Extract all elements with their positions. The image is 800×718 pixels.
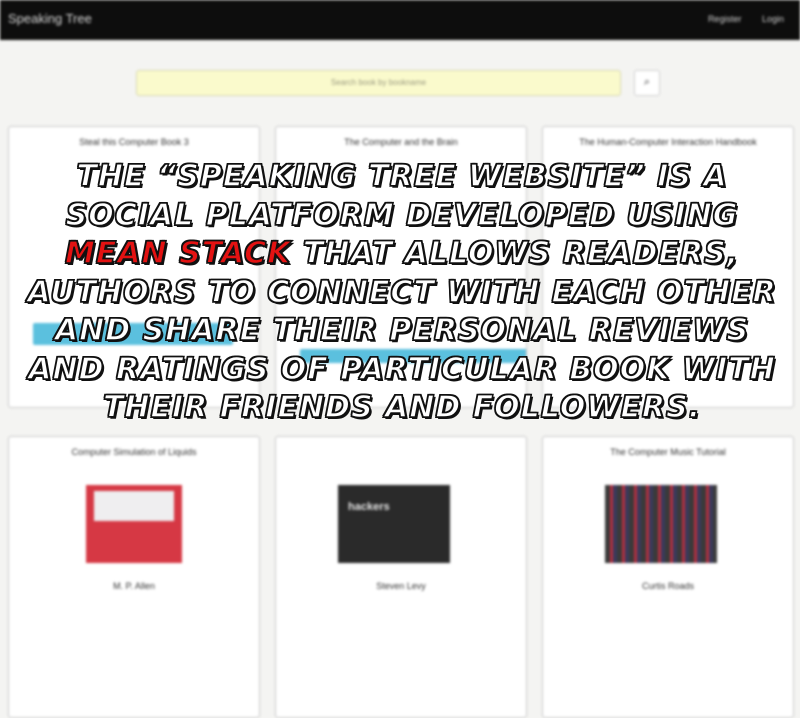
search-input[interactable]: Search book by bookname [136,70,621,96]
book-card[interactable]: hackers Steven Levy [275,436,527,718]
book-card[interactable]: Computer Simulation of Liquids M. P. All… [8,436,260,718]
nav-links: Register Login [690,14,784,24]
navbar: Speaking Tree Register Login [0,0,800,40]
book-title: Computer Simulation of Liquids [71,447,197,457]
book-cover [86,485,182,563]
caption-highlight: MEAN Stack [64,235,292,271]
book-title: The Human-Computer Interaction Handbook [579,137,757,147]
cover-title-text: hackers [348,501,390,513]
book-card[interactable]: The Computer Music Tutorial Curtis Roads [542,436,794,718]
search-icon: ⌕ [643,76,651,88]
book-title: Steal this Computer Book 3 [79,137,189,147]
book-cover: hackers [338,485,450,563]
book-author: Steven Levy [376,581,426,591]
brand-logo[interactable]: Speaking Tree [8,11,92,26]
book-cover [605,485,717,563]
overlay-caption: The “Speaking Tree Website” is a social … [22,158,782,428]
book-author: Curtis Roads [641,581,695,591]
cover-label-area [94,491,174,521]
login-link[interactable]: Login [762,14,784,24]
book-title: The Computer Music Tutorial [610,447,726,457]
search-button[interactable]: ⌕ [634,70,660,96]
book-author: M. P. Allen [113,581,155,591]
caption-part-1: The “Speaking Tree Website” is a social … [65,158,739,233]
book-title: The Computer and the Brain [344,137,458,147]
register-link[interactable]: Register [708,14,742,24]
